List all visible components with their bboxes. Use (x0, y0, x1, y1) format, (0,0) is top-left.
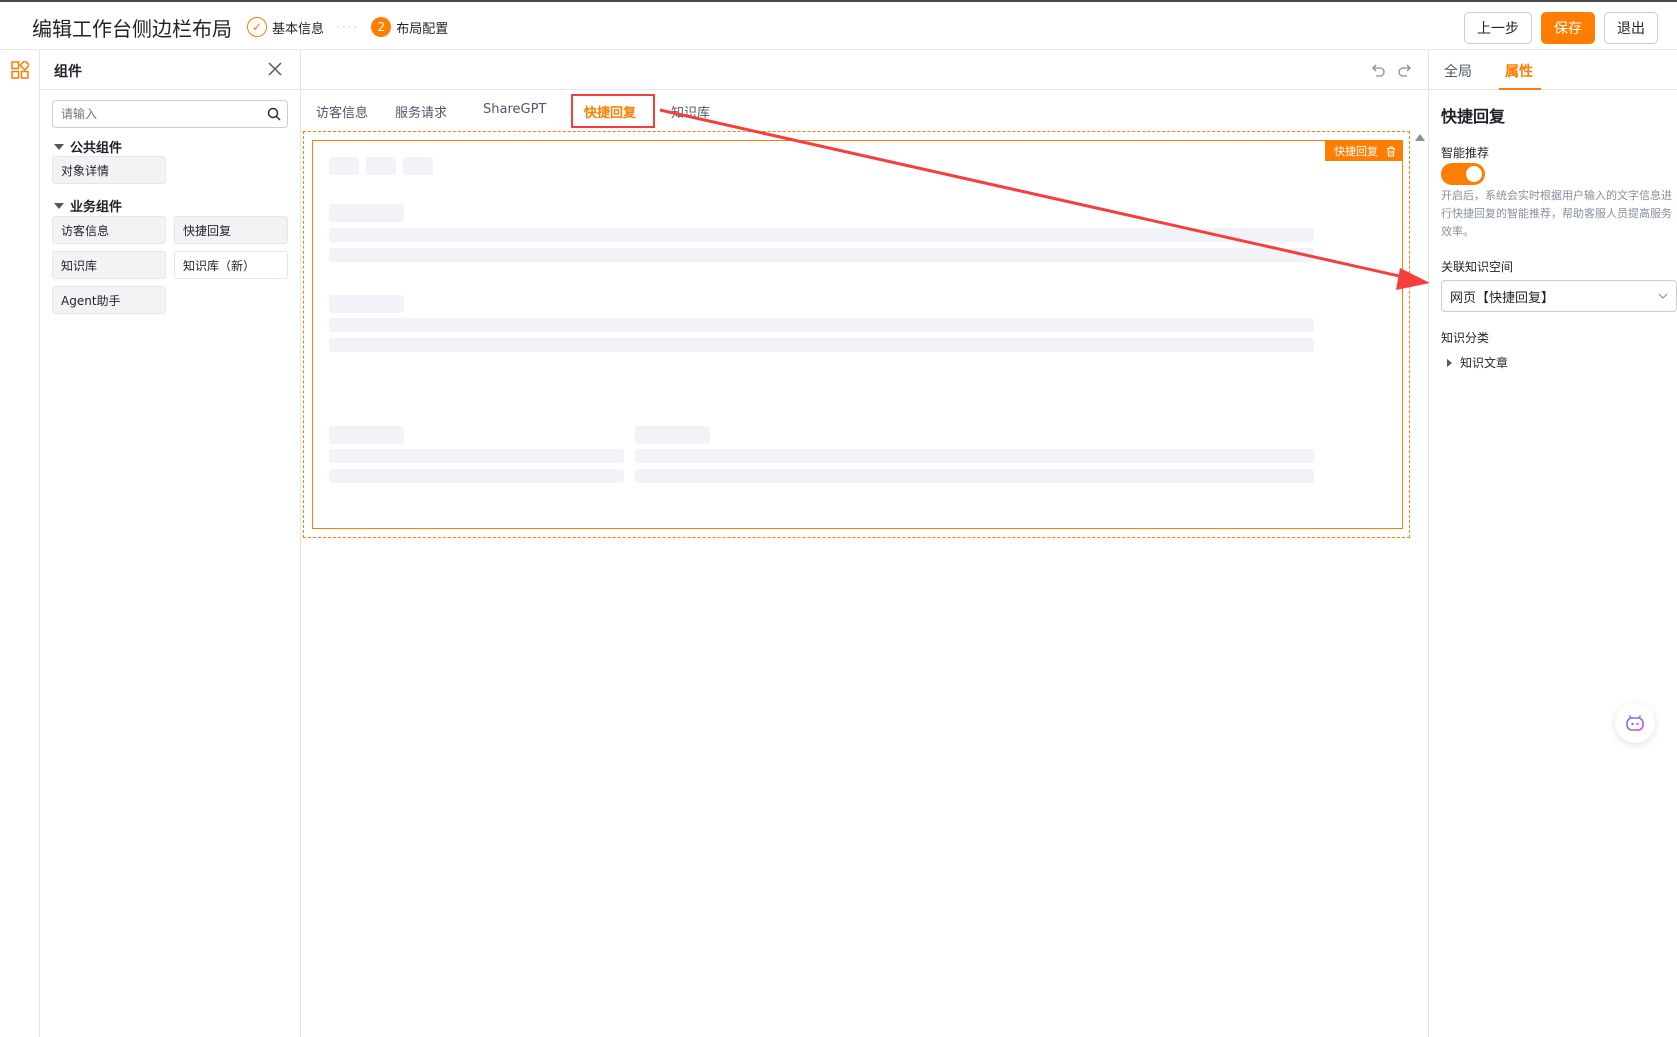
knowledge-tree-item[interactable]: 知识文章 (1441, 354, 1508, 371)
selected-component-quick-reply[interactable]: 快捷回复 (312, 140, 1403, 529)
component-agent-assistant[interactable]: Agent助手 (52, 286, 166, 314)
property-panel: 全局 属性 快捷回复 智能推荐 开启后，系统会实时根据用户输入的文字信息进行快捷… (1428, 50, 1677, 1037)
step-2-index: 2 (371, 17, 392, 37)
knowledge-space-select[interactable]: 网页【快捷回复】 (1441, 280, 1677, 312)
skeleton-heading (329, 295, 404, 313)
component-quick-reply[interactable]: 快捷回复 (174, 216, 288, 244)
component-search[interactable] (52, 100, 288, 128)
canvas-toolbar (301, 50, 1428, 90)
skeleton-line (329, 469, 624, 483)
knowledge-space-label: 关联知识空间 (1441, 260, 1514, 274)
prev-step-button[interactable]: 上一步 (1464, 12, 1532, 44)
selected-component-badge: 快捷回复 (1325, 141, 1402, 161)
toggle-knob (1466, 166, 1482, 182)
page-title: 编辑工作台侧边栏布局 (32, 17, 232, 41)
components-icon[interactable] (11, 61, 29, 79)
exit-button[interactable]: 退出 (1604, 12, 1658, 44)
skeleton-chip (366, 157, 396, 175)
scroll-up-icon[interactable] (1415, 134, 1425, 141)
smart-recommend-label: 智能推荐 (1441, 146, 1490, 160)
skeleton-line (329, 248, 1314, 262)
step-done-icon: ✓ (247, 17, 267, 37)
smart-recommend-toggle[interactable] (1441, 163, 1485, 185)
close-icon[interactable] (266, 60, 284, 78)
tab-sharegpt[interactable]: ShareGPT (483, 102, 546, 117)
group-public[interactable]: 公共组件 (54, 137, 122, 156)
tab-visitor-info[interactable]: 访客信息 (316, 102, 368, 121)
assistant-bot-button[interactable] (1615, 703, 1655, 743)
component-panel-header: 组件 (40, 50, 300, 90)
undo-icon[interactable] (1370, 62, 1386, 78)
trash-icon[interactable] (1386, 145, 1396, 157)
group-business-title: 业务组件 (70, 200, 123, 215)
component-object-detail[interactable]: 对象详情 (52, 156, 166, 184)
search-input[interactable] (53, 101, 253, 127)
skeleton-line (329, 449, 624, 463)
group-public-title: 公共组件 (70, 141, 123, 156)
step-indicator: ✓ 基本信息 ···· 2 布局配置 (247, 17, 448, 37)
active-tab-indicator (1499, 88, 1541, 90)
step-2-label: 布局配置 (396, 21, 449, 37)
group-business[interactable]: 业务组件 (54, 196, 122, 215)
skeleton-chip (329, 157, 359, 175)
skeleton-line (635, 469, 1314, 483)
redo-icon[interactable] (1397, 62, 1413, 78)
tab-global[interactable]: 全局 (1444, 61, 1472, 81)
save-button[interactable]: 保存 (1541, 12, 1595, 44)
search-icon (267, 107, 281, 121)
knowledge-tree-item-label: 知识文章 (1460, 356, 1509, 370)
component-panel: 组件 公共组件 对象详情 业务组件 访客信息 快捷回复 知识库 知识库（新） A… (40, 50, 301, 1037)
tab-service-request[interactable]: 服务请求 (395, 102, 447, 121)
property-tabs: 全局 属性 (1429, 50, 1677, 90)
layout-canvas: 访客信息 服务请求 ShareGPT 快捷回复 知识库 快捷回复 (301, 50, 1428, 1037)
badge-label: 快捷回复 (1334, 145, 1378, 158)
knowledge-space-value: 网页【快捷回复】 (1450, 290, 1555, 306)
chevron-down-icon (1658, 293, 1668, 299)
top-bar: 编辑工作台侧边栏布局 ✓ 基本信息 ···· 2 布局配置 上一步 保存 退出 (0, 0, 1677, 50)
skeleton-heading (329, 204, 404, 222)
skeleton-line (329, 228, 1314, 242)
step-divider: ···· (336, 20, 360, 34)
caret-down-icon (54, 143, 64, 150)
highlight-annotation (571, 94, 655, 128)
canvas-tabs: 访客信息 服务请求 ShareGPT 快捷回复 知识库 (301, 90, 1428, 130)
skeleton-line (329, 338, 1314, 352)
smart-recommend-description: 开启后，系统会实时根据用户输入的文字信息进行快捷回复的智能推荐，帮助客服人员提高… (1441, 189, 1672, 238)
tab-attributes[interactable]: 属性 (1505, 61, 1533, 81)
tab-knowledge-base[interactable]: 知识库 (671, 102, 710, 121)
skeleton-chip (403, 157, 433, 175)
caret-down-icon (54, 202, 64, 209)
component-visitor-info[interactable]: 访客信息 (52, 216, 166, 244)
step-1-label: 基本信息 (272, 21, 325, 37)
component-panel-title: 组件 (54, 64, 82, 80)
knowledge-category-label: 知识分类 (1441, 331, 1490, 345)
skeleton-heading (329, 426, 404, 444)
component-knowledge-base[interactable]: 知识库 (52, 251, 166, 279)
property-section-title: 快捷回复 (1441, 107, 1506, 126)
component-knowledge-base-new[interactable]: 知识库（新） (174, 251, 288, 279)
skeleton-line (329, 318, 1314, 332)
skeleton-heading (635, 426, 710, 444)
skeleton-line (635, 449, 1314, 463)
robot-icon (1626, 715, 1644, 731)
caret-right-icon[interactable] (1447, 358, 1452, 367)
left-rail (0, 50, 40, 1037)
